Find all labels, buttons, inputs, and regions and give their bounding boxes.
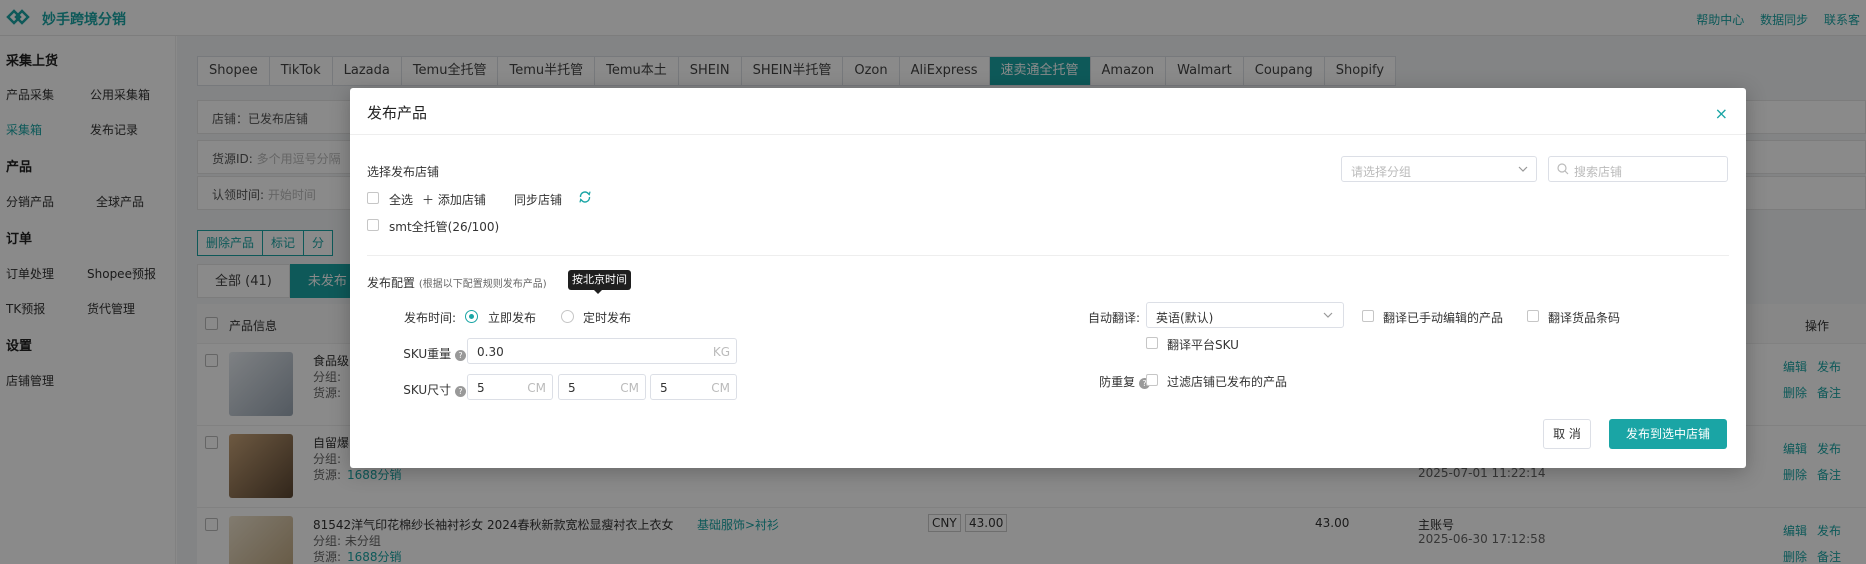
select-all-checkbox[interactable] bbox=[367, 192, 379, 204]
sku-width-unit: CM bbox=[620, 381, 639, 395]
dedupe-checkbox[interactable] bbox=[1146, 374, 1158, 386]
store-search-input[interactable]: 搜索店铺 bbox=[1548, 156, 1728, 182]
publish-scheduled-label: 定时发布 bbox=[583, 311, 632, 325]
help-icon[interactable]: ? bbox=[455, 350, 466, 361]
sku-size-label: SKU尺寸 ? bbox=[380, 381, 466, 398]
tooltip-beijing-time: 按北京时间 bbox=[568, 270, 631, 294]
sku-length-unit: CM bbox=[527, 381, 546, 395]
sku-width-value: 5 bbox=[568, 381, 576, 395]
sku-length-value: 5 bbox=[477, 381, 485, 395]
section-divider bbox=[367, 255, 1729, 256]
sku-size-label-text: SKU尺寸 bbox=[403, 383, 452, 397]
publish-product-dialog: 发布产品 × 选择发布店铺 请选择分组 搜索店铺 全选 ＋ 添加店铺 同步店铺 … bbox=[350, 88, 1746, 468]
plus-icon: ＋ bbox=[422, 193, 435, 207]
translate-sku-checkbox[interactable] bbox=[1146, 337, 1158, 349]
sku-weight-input[interactable]: 0.30 KG bbox=[467, 338, 737, 364]
config-title: 发布配置 (根据以下配置规则发布产品) bbox=[367, 274, 547, 291]
sku-weight-value: 0.30 bbox=[477, 345, 504, 359]
dedupe-option-label: 过滤店铺已发布的产品 bbox=[1167, 375, 1288, 389]
select-all-label: 全选 bbox=[389, 193, 414, 207]
group-select-placeholder: 请选择分组 bbox=[1351, 165, 1412, 179]
publish-now-label: 立即发布 bbox=[488, 311, 537, 325]
store-search-placeholder: 搜索店铺 bbox=[1574, 165, 1623, 179]
chevron-down-icon bbox=[1518, 166, 1528, 172]
dialog-divider bbox=[350, 134, 1746, 135]
refresh-icon[interactable] bbox=[578, 190, 592, 204]
publish-time-label: 发布时间: bbox=[403, 311, 456, 325]
add-store-button[interactable]: ＋ 添加店铺 bbox=[422, 191, 486, 208]
sku-height-unit: CM bbox=[711, 381, 730, 395]
sku-width-input[interactable]: 5 CM bbox=[558, 374, 646, 400]
store-checkbox-smt[interactable] bbox=[367, 219, 379, 231]
translate-barcode-checkbox[interactable] bbox=[1527, 310, 1539, 322]
cancel-button[interactable]: 取 消 bbox=[1543, 419, 1591, 449]
publish-scheduled-radio[interactable] bbox=[561, 310, 574, 323]
add-store-label: 添加店铺 bbox=[437, 193, 486, 207]
auto-translate-select[interactable]: 英语(默认) bbox=[1146, 302, 1344, 328]
close-icon[interactable]: × bbox=[1715, 104, 1728, 123]
help-icon[interactable]: ? bbox=[455, 386, 466, 397]
auto-translate-label: 自动翻译: bbox=[1087, 311, 1140, 325]
sku-height-input[interactable]: 5 CM bbox=[650, 374, 737, 400]
sku-weight-label: SKU重量 ? bbox=[380, 345, 466, 362]
config-note: (根据以下配置规则发布产品) bbox=[418, 279, 547, 290]
translate-barcode-label: 翻译货品条码 bbox=[1548, 311, 1621, 325]
store-option-smt: smt全托管(26/100) bbox=[389, 220, 500, 234]
translate-sku-label: 翻译平台SKU bbox=[1167, 338, 1239, 352]
chevron-down-icon bbox=[1323, 312, 1333, 318]
config-title-text: 发布配置 bbox=[367, 276, 416, 290]
publish-to-selected-button[interactable]: 发布到选中店铺 bbox=[1609, 419, 1727, 449]
dedupe-label-text: 防重复 bbox=[1099, 375, 1136, 389]
sync-store-link[interactable]: 同步店铺 bbox=[514, 191, 562, 208]
sku-weight-unit: KG bbox=[712, 345, 730, 359]
sku-weight-label-text: SKU重量 bbox=[403, 347, 452, 361]
search-icon bbox=[1557, 163, 1569, 175]
dedupe-label: 防重复 ? bbox=[1050, 373, 1150, 390]
auto-translate-value: 英语(默认) bbox=[1156, 311, 1214, 325]
translate-edited-checkbox[interactable] bbox=[1362, 310, 1374, 322]
sku-length-input[interactable]: 5 CM bbox=[467, 374, 553, 400]
group-select[interactable]: 请选择分组 bbox=[1341, 156, 1537, 182]
translate-edited-label: 翻译已手动编辑的产品 bbox=[1383, 311, 1504, 325]
sku-height-value: 5 bbox=[660, 381, 668, 395]
select-store-label: 选择发布店铺 bbox=[367, 165, 440, 179]
publish-now-radio[interactable] bbox=[465, 310, 478, 323]
dialog-title: 发布产品 bbox=[367, 104, 428, 122]
